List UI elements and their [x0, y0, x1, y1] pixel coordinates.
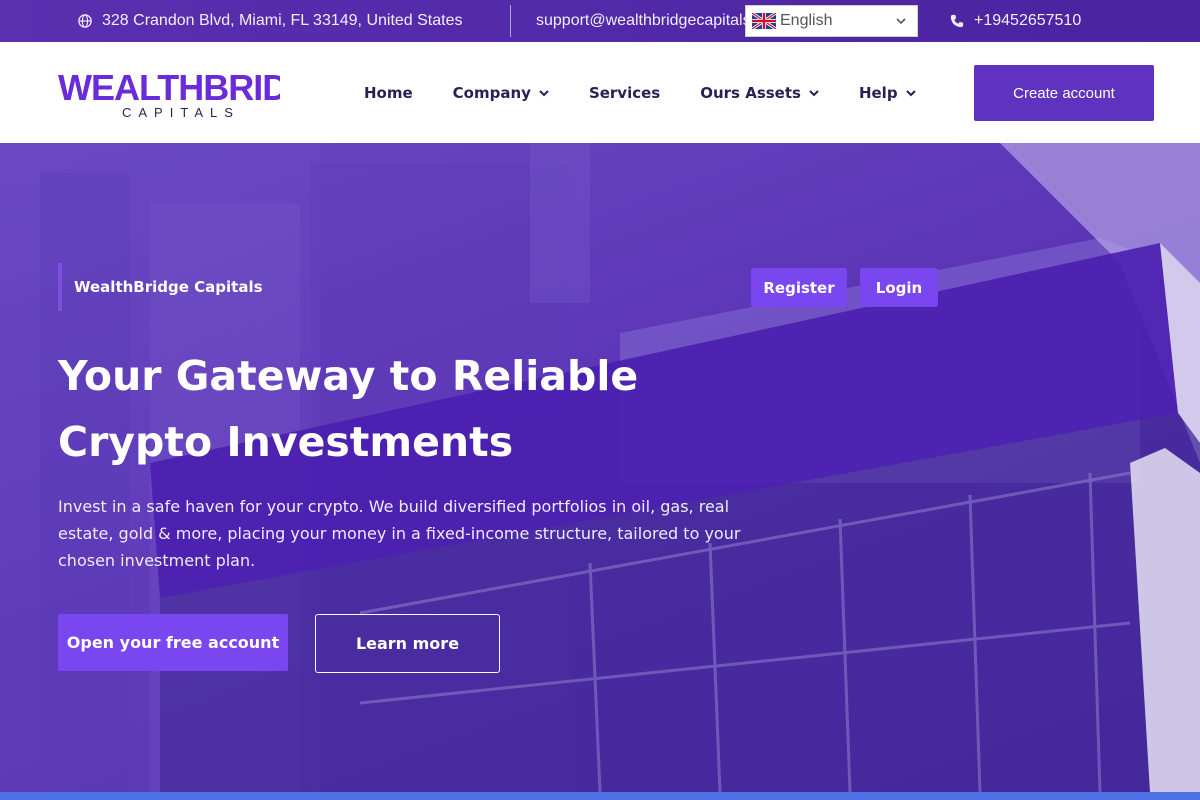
phone-number[interactable]: +19452657510 — [974, 12, 1081, 30]
nav-menu: Home Company Services Ours Assets Help — [364, 42, 956, 143]
eyebrow-text: WealthBridge Capitals — [74, 278, 263, 296]
language-select[interactable]: English — [745, 5, 918, 37]
chevron-down-icon — [905, 89, 916, 96]
address-info: 328 Crandon Blvd, Miami, FL 33149, Unite… — [78, 0, 463, 42]
learn-more-button[interactable]: Learn more — [315, 614, 500, 673]
chevron-down-icon — [896, 18, 906, 25]
headline-line-2: Crypto Investments — [58, 418, 514, 466]
company-eyebrow: WealthBridge Capitals — [58, 263, 263, 311]
nav-item-help[interactable]: Help — [859, 84, 916, 102]
open-free-account-button[interactable]: Open your free account — [58, 614, 288, 671]
create-account-button[interactable]: Create account — [974, 65, 1154, 121]
nav-item-services[interactable]: Services — [589, 84, 660, 102]
nav-item-label: Services — [588, 83, 661, 102]
nav-item-label: Company — [452, 83, 531, 102]
phone-icon — [950, 14, 964, 28]
bottom-accent-strip — [0, 792, 1200, 800]
nav-item-label: Ours Assets — [700, 83, 801, 102]
logo-sub-text: CAPITALS — [122, 105, 240, 120]
login-button[interactable]: Login — [860, 268, 938, 307]
nav-item-home[interactable]: Home — [364, 84, 413, 102]
logo[interactable]: WEALTHBRIDGE CAPITALS — [58, 66, 280, 120]
main-navigation: WEALTHBRIDGE CAPITALS Home Company Servi… — [0, 42, 1200, 143]
top-bar: 328 Crandon Blvd, Miami, FL 33149, Unite… — [0, 0, 1200, 42]
nav-item-assets[interactable]: Ours Assets — [700, 84, 819, 102]
chevron-down-icon — [809, 89, 819, 96]
email-info[interactable]: support@wealthbridgecapitals.com — [526, 0, 746, 42]
logo-main-text: WEALTHBRIDGE — [58, 67, 280, 108]
hero-section: WealthBridge Capitals Register Login You… — [0, 143, 1200, 792]
uk-flag-icon — [752, 13, 776, 29]
nav-item-label: Home — [364, 83, 413, 102]
globe-icon — [78, 14, 92, 28]
register-button[interactable]: Register — [751, 268, 847, 307]
language-label: English — [780, 12, 833, 29]
chevron-down-icon — [539, 89, 549, 96]
nav-item-label: Help — [858, 83, 898, 102]
phone-info[interactable]: +19452657510 — [950, 0, 1081, 42]
hero-headline: Your Gateway to Reliable Crypto Investme… — [58, 343, 778, 475]
hero-description: Invest in a safe haven for your crypto. … — [58, 497, 741, 570]
divider — [510, 5, 511, 37]
headline-line-1: Your Gateway to Reliable — [58, 352, 639, 400]
address-text: 328 Crandon Blvd, Miami, FL 33149, Unite… — [102, 12, 463, 29]
nav-item-company[interactable]: Company — [453, 84, 549, 102]
email-link[interactable]: support@wealthbridgecapitals.com — [536, 12, 746, 30]
